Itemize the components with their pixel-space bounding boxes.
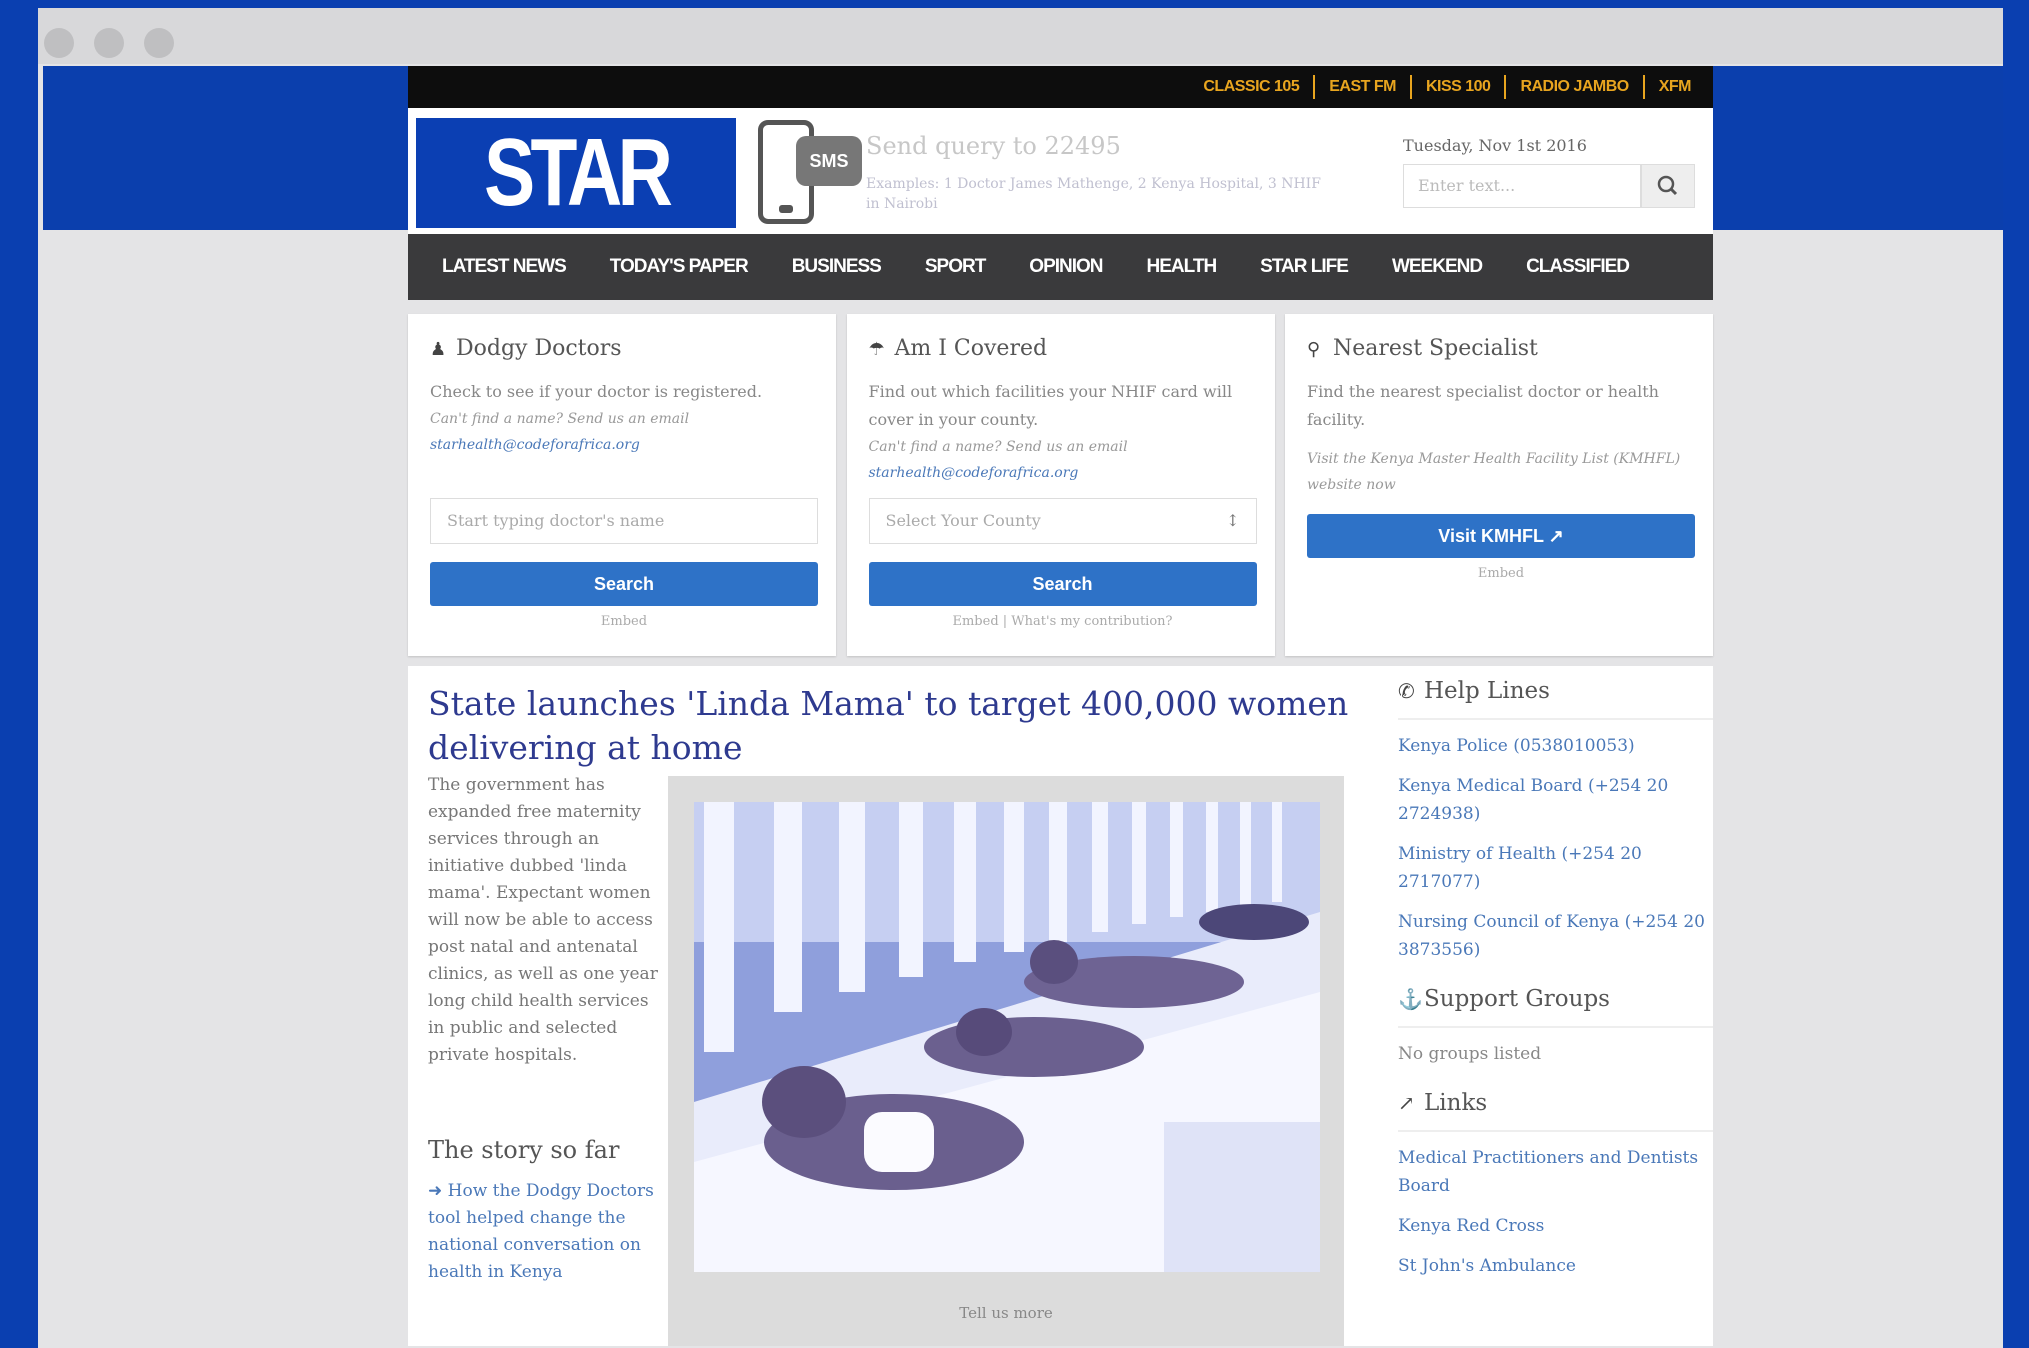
- helplines-heading: ✆ Help Lines: [1398, 678, 1713, 720]
- helpline-link[interactable]: Nursing Council of Kenya (+254 20 387355…: [1398, 908, 1713, 964]
- site-header: STAR SMS Send query to 22495 Examples: 1…: [408, 108, 1713, 234]
- radio-link-jambo[interactable]: RADIO JAMBO: [1504, 75, 1642, 99]
- search-button[interactable]: [1641, 164, 1695, 208]
- main-nav: LATEST NEWS TODAY'S PAPER BUSINESS SPORT…: [408, 234, 1713, 300]
- card-body: Check to see if your doctor is registere…: [430, 378, 820, 458]
- article-area: State launches 'Linda Mama' to target 40…: [408, 666, 1713, 1346]
- support-empty-text: No groups listed: [1398, 1044, 1542, 1064]
- helpline-link[interactable]: Ministry of Health (+254 20 2717077): [1398, 840, 1713, 896]
- nav-sport[interactable]: SPORT: [925, 256, 986, 278]
- nav-weekend[interactable]: WEEKEND: [1392, 256, 1483, 278]
- email-link[interactable]: starhealth@codeforafrica.org: [869, 460, 1259, 486]
- article-photo-frame: Tell us more: [668, 776, 1344, 1346]
- nav-business[interactable]: BUSINESS: [792, 256, 882, 278]
- story-so-far-heading: The story so far: [428, 1136, 620, 1164]
- county-search-button[interactable]: Search: [868, 562, 1257, 606]
- search-icon: [1657, 175, 1678, 196]
- sidebar: ✆ Help Lines Kenya Police (0538010053) Ke…: [1398, 666, 1713, 1280]
- email-link[interactable]: starhealth@codeforafrica.org: [430, 432, 820, 458]
- card-body: Find the nearest specialist doctor or he…: [1307, 378, 1697, 498]
- radio-link-classic[interactable]: CLASSIC 105: [1189, 75, 1313, 99]
- card-title: ☂ Am I Covered: [868, 336, 1048, 361]
- newborns-image: [694, 802, 1320, 1272]
- phone-square-icon: ✆: [1398, 679, 1415, 703]
- sms-title: Send query to 22495: [866, 132, 1121, 160]
- map-marker-icon: ⚲: [1307, 339, 1321, 360]
- article-lede: The government has expanded free materni…: [428, 775, 658, 1065]
- helpline-link[interactable]: Kenya Police (0538010053): [1398, 732, 1713, 760]
- umbrella-icon: ☂: [868, 339, 885, 360]
- article-photo[interactable]: [694, 802, 1320, 1272]
- doctor-search-button[interactable]: Search: [430, 562, 818, 606]
- embed-link[interactable]: Embed: [430, 614, 818, 629]
- resource-link[interactable]: Medical Practitioners and Dentists Board: [1398, 1144, 1713, 1200]
- radio-link-kiss[interactable]: KISS 100: [1409, 75, 1504, 99]
- site: CLASSIC 105 EAST FM KISS 100 RADIO JAMBO…: [408, 66, 1713, 1346]
- card-note: Can't find a name? Send us an email: [868, 439, 1128, 455]
- card-text: Check to see if your doctor is registere…: [430, 382, 763, 401]
- browser-window: CLASSIC 105 EAST FM KISS 100 RADIO JAMBO…: [38, 8, 2003, 1348]
- links-heading: ↗ Links: [1398, 1090, 1713, 1132]
- visit-kmhfl-button[interactable]: Visit KMHFL ↗: [1307, 514, 1695, 558]
- anchor-icon: ⚓: [1398, 987, 1423, 1011]
- select-arrows-icon: ↕: [1226, 511, 1240, 530]
- radio-link-eastfm[interactable]: EAST FM: [1313, 75, 1410, 99]
- tool-cards: ♟ Dodgy Doctors Check to see if your doct…: [408, 314, 1713, 656]
- window-minimize-button[interactable]: [94, 28, 124, 58]
- am-i-covered-card: ☂ Am I Covered Find out which facilities …: [846, 314, 1275, 656]
- article-headline[interactable]: State launches 'Linda Mama' to target 40…: [428, 682, 1358, 770]
- county-select[interactable]: Select Your County ↕: [868, 498, 1257, 544]
- radio-bar: CLASSIC 105 EAST FM KISS 100 RADIO JAMBO…: [408, 66, 1713, 108]
- dodgy-doctors-card: ♟ Dodgy Doctors Check to see if your doct…: [408, 314, 836, 656]
- card-body: Find out which facilities your NHIF card…: [869, 378, 1259, 486]
- search-input[interactable]: Enter text...: [1403, 164, 1641, 208]
- card-note: Visit the Kenya Master Health Facility L…: [1307, 451, 1681, 493]
- support-groups-heading: ⚓Support Groups: [1398, 986, 1713, 1028]
- nav-todays-paper[interactable]: TODAY'S PAPER: [610, 256, 749, 278]
- doctor-name-input[interactable]: Start typing doctor's name: [430, 498, 818, 544]
- nav-classified[interactable]: CLASSIFIED: [1526, 256, 1630, 278]
- window-zoom-button[interactable]: [144, 28, 174, 58]
- logo-text: STAR: [483, 119, 673, 226]
- window-close-button[interactable]: [44, 28, 74, 58]
- card-text: Find out which facilities your NHIF card…: [868, 382, 1233, 429]
- card-title: ♟ Dodgy Doctors: [430, 336, 622, 361]
- card-title: ⚲ Nearest Specialist: [1307, 336, 1538, 361]
- nav-star-life[interactable]: STAR LIFE: [1260, 256, 1349, 278]
- nav-opinion[interactable]: OPINION: [1029, 256, 1103, 278]
- sms-badge: SMS: [796, 136, 862, 186]
- nearest-specialist-card: ⚲ Nearest Specialist Find the nearest spe…: [1285, 314, 1713, 656]
- browser-titlebar: [38, 8, 2003, 64]
- story-link[interactable]: ➜ How the Dodgy Doctors tool helped chan…: [428, 1178, 658, 1286]
- sms-subtitle: Examples: 1 Doctor James Mathenge, 2 Ken…: [866, 176, 1321, 212]
- resource-link[interactable]: Kenya Red Cross: [1398, 1212, 1713, 1240]
- external-link-icon: ↗: [1398, 1091, 1415, 1115]
- external-link-icon: ↗: [1548, 526, 1564, 546]
- header-date: Tuesday, Nov 1st 2016: [1403, 136, 1587, 155]
- user-md-icon: ♟: [430, 339, 447, 360]
- radio-link-xfm[interactable]: XFM: [1642, 75, 1705, 99]
- nav-latest-news[interactable]: LATEST NEWS: [442, 256, 567, 278]
- helpline-link[interactable]: Kenya Medical Board (+254 20 2724938): [1398, 772, 1713, 828]
- card-note: Can't find a name? Send us an email: [430, 411, 690, 427]
- embed-contribution-links[interactable]: Embed | What's my contribution?: [869, 614, 1257, 629]
- star-logo[interactable]: STAR: [416, 118, 736, 228]
- circle-arrow-icon: ➜: [428, 1181, 448, 1201]
- photo-caption: Tell us more: [959, 1304, 1053, 1322]
- resource-link[interactable]: St John's Ambulance: [1398, 1252, 1713, 1280]
- card-text: Find the nearest specialist doctor or he…: [1307, 382, 1659, 429]
- nav-health[interactable]: HEALTH: [1147, 256, 1218, 278]
- embed-link[interactable]: Embed: [1307, 566, 1695, 581]
